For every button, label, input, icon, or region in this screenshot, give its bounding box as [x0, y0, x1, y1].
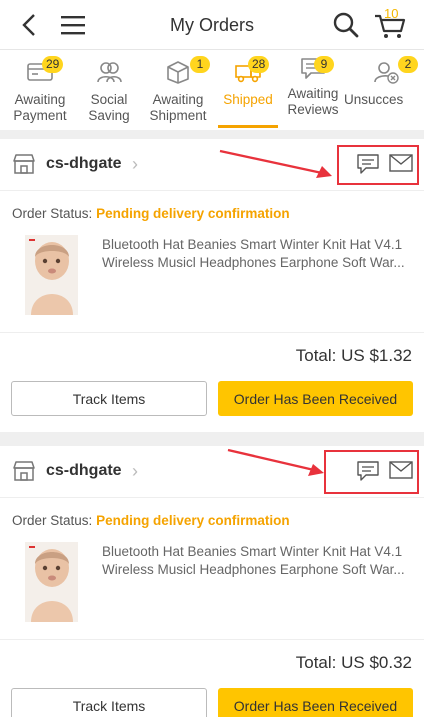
status-label: Order Status:: [12, 513, 93, 528]
store-icon: [13, 154, 35, 174]
annotation-arrow: [227, 448, 324, 476]
tab-awaiting-shipment[interactable]: 1 Awaiting Shipment: [138, 50, 218, 130]
baby-photo-icon: [25, 235, 78, 315]
store-header[interactable]: cs-dhgate ›: [0, 139, 424, 191]
product-thumbnail[interactable]: [25, 235, 78, 315]
menu-button[interactable]: [58, 0, 88, 50]
tab-label: Awaiting Shipment: [149, 92, 207, 123]
mail-icon[interactable]: [389, 154, 413, 172]
chat-icon[interactable]: [357, 154, 379, 174]
chevron-left-icon: [22, 14, 35, 36]
product-title[interactable]: Bluetooth Hat Beanies Smart Winter Knit …: [102, 236, 420, 272]
product-title[interactable]: Bluetooth Hat Beanies Smart Winter Knit …: [102, 543, 420, 579]
tab-awaiting-payment[interactable]: 29 Awaiting Payment: [0, 50, 80, 130]
tab-badge: 28: [248, 56, 270, 73]
chevron-right-icon: ›: [132, 154, 138, 174]
tab-shipped[interactable]: 28 Shipped: [218, 50, 278, 130]
product-title-line: Bluetooth Hat Beanies Smart Winter Knit …: [102, 237, 403, 252]
baby-photo-icon: [25, 542, 78, 622]
tab-badge: 2: [398, 56, 418, 73]
store-name[interactable]: cs-dhgate: [46, 462, 122, 480]
order-total: Total: US $1.32: [295, 346, 412, 365]
annotation-arrow: [219, 149, 332, 178]
tab-social-saving[interactable]: Social Saving: [80, 50, 138, 130]
tab-label: Social Saving: [88, 92, 130, 123]
order-total: Total: US $0.32: [295, 653, 412, 672]
search-icon: [333, 12, 359, 38]
tab-label: Unsucces: [344, 92, 404, 107]
tab-badge: 29: [42, 56, 64, 73]
order-status: Order Status: Pending delivery confirmat…: [12, 206, 290, 221]
status-value: Pending delivery confirmation: [96, 206, 290, 221]
divider: [0, 332, 424, 333]
box-icon: [167, 61, 189, 84]
order-card: cs-dhgate › Order Status: Pending delive…: [0, 446, 424, 717]
store-name[interactable]: cs-dhgate: [46, 155, 122, 173]
top-bar: My Orders 10: [0, 0, 424, 50]
track-items-button[interactable]: Track Items: [11, 381, 207, 416]
search-button[interactable]: [330, 0, 362, 50]
chevron-right-icon: ›: [132, 461, 138, 481]
product-title-line: Bluetooth Hat Beanies Smart Winter Knit …: [102, 544, 403, 559]
back-button[interactable]: [14, 0, 44, 50]
order-status-tabs: 29 Awaiting Payment Social Saving 1 Awai…: [0, 50, 424, 130]
product-title-line: Wireless Musicl Headphones Earphone Soft…: [102, 562, 405, 577]
track-items-button[interactable]: Track Items: [11, 688, 207, 717]
tab-awaiting-reviews[interactable]: 9 Awaiting Reviews: [278, 50, 348, 130]
chat-icon[interactable]: [357, 461, 379, 481]
tab-unsuccessful[interactable]: 2 Unsucces: [344, 50, 424, 130]
store-icon: [13, 461, 35, 481]
product-thumbnail[interactable]: [25, 542, 78, 622]
tab-label: Awaiting Reviews: [287, 86, 339, 117]
tab-label: Awaiting Payment: [13, 92, 67, 123]
status-label: Order Status:: [12, 206, 93, 221]
hamburger-icon: [61, 16, 85, 35]
order-received-button[interactable]: Order Has Been Received: [218, 688, 413, 717]
tab-badge: 9: [314, 56, 334, 73]
unsuccessful-icon: [374, 62, 399, 84]
tab-label: Shipped: [223, 92, 273, 107]
order-card: cs-dhgate › Order Status: Pending delive…: [0, 139, 424, 432]
product-title-line: Wireless Musicl Headphones Earphone Soft…: [102, 255, 405, 270]
order-received-button[interactable]: Order Has Been Received: [218, 381, 413, 416]
store-header[interactable]: cs-dhgate ›: [0, 446, 424, 498]
group-icon: [97, 62, 122, 83]
divider: [0, 639, 424, 640]
status-value: Pending delivery confirmation: [96, 513, 290, 528]
tab-badge: 1: [190, 56, 210, 73]
cart-count-badge: 10: [384, 6, 399, 21]
active-tab-indicator: [218, 125, 278, 128]
mail-icon[interactable]: [389, 461, 413, 479]
order-status: Order Status: Pending delivery confirmat…: [12, 513, 290, 528]
